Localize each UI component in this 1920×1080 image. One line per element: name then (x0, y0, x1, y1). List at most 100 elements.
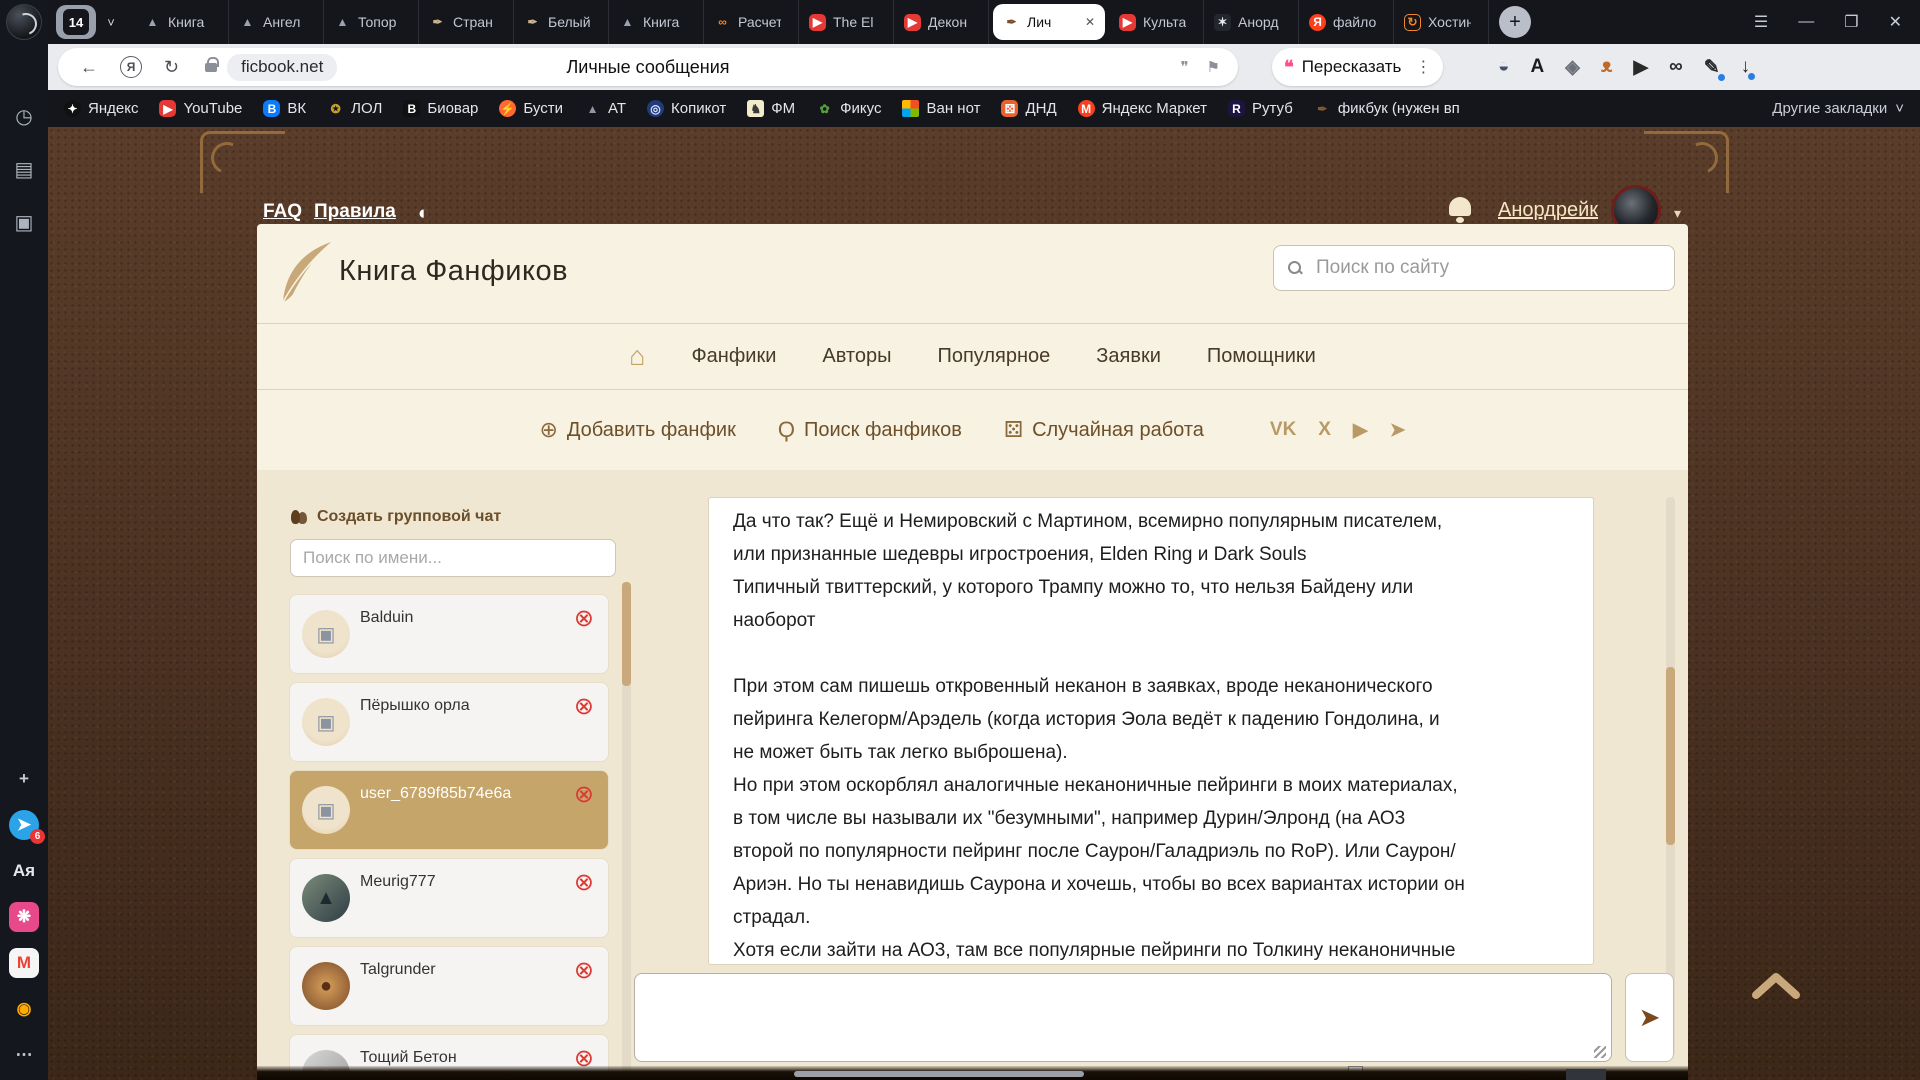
social-icon[interactable]: X (1318, 419, 1331, 441)
extension-icon[interactable]: ∞ (1669, 56, 1683, 78)
chat-list-item[interactable]: ▣ user_6789f85b74e6a ⊗ (290, 771, 608, 849)
bookmark[interactable]: ✪ ЛОЛ (327, 100, 383, 117)
scroll-to-top-button[interactable] (1750, 969, 1802, 1005)
home-icon[interactable]: ⌂ (629, 341, 645, 372)
browser-tab[interactable]: ▲ Книга (134, 0, 229, 44)
new-tab-button[interactable]: + (1499, 6, 1531, 38)
site-search-input[interactable] (1314, 256, 1662, 280)
sidebar-tool-icon[interactable]: ▣ (15, 210, 34, 235)
browser-tab[interactable]: Я файло (1299, 0, 1394, 44)
bookmark[interactable]: В Биовар (403, 100, 478, 117)
subnav-item[interactable]: ⊕ Добавить фанфик (539, 417, 735, 443)
chat-search-input[interactable] (290, 539, 616, 577)
send-button[interactable]: ➤ (1625, 973, 1674, 1062)
browser-tab[interactable]: ▲ Топор (324, 0, 419, 44)
chat-list-item[interactable]: ▣ Balduin ⊗ (290, 595, 608, 673)
bookmark[interactable]: ✒ фикбук (нужен вп (1314, 100, 1460, 117)
browser-tab[interactable]: ▶ Декон (894, 0, 989, 44)
bookmark[interactable]: R Рутуб (1228, 100, 1293, 117)
nav-item[interactable]: Авторы (822, 345, 891, 368)
browser-tab[interactable]: ✒ Лич ✕ (993, 4, 1105, 40)
nav-item[interactable]: Фанфики (691, 345, 776, 368)
message-input[interactable] (634, 973, 1612, 1062)
subnav-item[interactable]: Ϙ Поиск фанфиков (778, 417, 962, 443)
browser-tab[interactable]: ✒ Белый (514, 0, 609, 44)
back-icon[interactable]: ← (80, 57, 98, 78)
window-control-icon[interactable]: — (1798, 13, 1814, 31)
bookmark[interactable]: ▲ АТ (584, 100, 626, 117)
browser-tab[interactable]: ▶ The El (799, 0, 894, 44)
extension-icon[interactable]: ✎ (1704, 56, 1725, 81)
browser-tab[interactable]: ▲ Ангел (229, 0, 324, 44)
refresh-icon[interactable]: ↻ (164, 57, 179, 78)
bookmark[interactable]: М Яндекс Маркет (1077, 100, 1207, 117)
social-icon[interactable]: VK (1270, 419, 1296, 441)
window-control-icon[interactable]: ☰ (1754, 12, 1768, 32)
extension-icon[interactable]: ◈ (1565, 56, 1580, 79)
extension-icon[interactable]: ▶ (1634, 56, 1649, 79)
browser-tab[interactable]: ↻ Хостин (1394, 0, 1489, 44)
remove-chat-icon[interactable]: ⊗ (574, 695, 594, 719)
nav-item[interactable]: Помощники (1207, 345, 1316, 368)
kebab-menu-icon[interactable]: ⋮ (1415, 57, 1431, 77)
tab-counter[interactable]: 14 ˅ (56, 5, 124, 39)
extension-icon[interactable]: ᴥ (1601, 56, 1613, 78)
chat-list-item[interactable]: ● Talgrunder ⊗ (290, 947, 608, 1025)
browser-logo-icon[interactable] (6, 4, 42, 40)
subnav-item[interactable]: ⚄ Случайная работа (1004, 417, 1204, 443)
bookmark[interactable]: ✿ Фикус (816, 100, 882, 117)
bookmark[interactable]: ◎ Копикот (647, 100, 726, 117)
create-group-chat-link[interactable]: Создать групповой чат (290, 508, 501, 526)
yandex-home-icon[interactable]: Я (120, 56, 142, 78)
extension-icon[interactable]: ↓ (1741, 56, 1756, 80)
domain-chip[interactable]: ficbook.net (227, 53, 338, 81)
chat-list-item[interactable]: ▣ Пёрышко орла ⊗ (290, 683, 608, 761)
dialog-icon[interactable]: ❞ (1180, 58, 1188, 76)
bookmark[interactable]: Ван нот (902, 100, 980, 117)
horizontal-scrollbar-thumb[interactable] (794, 1071, 1084, 1077)
bookmark[interactable]: ♞ ФМ (747, 100, 795, 117)
remove-chat-icon[interactable]: ⊗ (574, 607, 594, 631)
rules-link[interactable]: Правила (314, 201, 396, 223)
nav-item[interactable]: Популярное (937, 345, 1050, 368)
chat-scrollbar-thumb[interactable] (622, 582, 631, 686)
message-scrollbar-thumb[interactable] (1666, 667, 1675, 845)
remove-chat-icon[interactable]: ⊗ (574, 783, 594, 807)
social-icon[interactable]: ➤ (1390, 419, 1406, 442)
window-control-icon[interactable]: ✕ (1889, 12, 1902, 32)
browser-tab[interactable]: ▶ Культа (1109, 0, 1204, 44)
remove-chat-icon[interactable]: ⊗ (574, 959, 594, 983)
sidebar-app-icon[interactable]: ◉ (9, 994, 39, 1024)
browser-tab[interactable]: ∞ Расчет (704, 0, 799, 44)
other-bookmarks-button[interactable]: Другие закладки ˅ (1772, 100, 1904, 117)
bookmark[interactable]: ▶ YouTube (159, 100, 242, 117)
sidebar-app-icon[interactable]: M (9, 948, 39, 978)
extension-icon[interactable]: ◒ (1498, 56, 1509, 78)
sidebar-app-icon[interactable]: ➤ 6 (9, 810, 45, 844)
sidebar-app-icon[interactable]: ⋯ (9, 1040, 39, 1070)
address-bar[interactable]: ← Я ↻ ficbook.net Личные сообщения ❞ ⚑ (58, 48, 1238, 86)
sidebar-tool-icon[interactable]: ◷ (15, 104, 32, 129)
sidebar-app-icon[interactable]: + (9, 764, 39, 794)
sidebar-app-icon[interactable]: Ая (9, 856, 39, 886)
window-control-icon[interactable]: ❐ (1844, 12, 1858, 32)
bookmark-flag-icon[interactable]: ⚑ (1207, 58, 1220, 76)
resize-grip[interactable] (1594, 1046, 1606, 1058)
browser-tab[interactable]: ▲ Книга (609, 0, 704, 44)
notifications-bell-icon[interactable] (1446, 195, 1474, 223)
chat-list-item[interactable]: ▲ Meurig777 ⊗ (290, 859, 608, 937)
browser-tab[interactable]: ✒ Стран (419, 0, 514, 44)
social-icon[interactable]: ▶ (1353, 419, 1368, 442)
sidebar-app-icon[interactable]: ❋ (9, 902, 39, 932)
tab-close-icon[interactable]: ✕ (1085, 15, 1095, 29)
nav-item[interactable]: Заявки (1096, 345, 1161, 368)
sidebar-tool-icon[interactable]: ▤ (15, 157, 34, 182)
retell-button[interactable]: ❝ Пересказать ⋮ (1272, 48, 1444, 86)
chevron-down-icon[interactable]: ˅ (98, 5, 124, 39)
remove-chat-icon[interactable]: ⊗ (574, 871, 594, 895)
extension-icon[interactable]: A (1530, 56, 1544, 78)
site-logo-text[interactable]: Книга Фанфиков (339, 255, 568, 288)
browser-tab[interactable]: ✶ Анорд (1204, 0, 1299, 44)
bookmark[interactable]: ⚡ Бусти (499, 100, 563, 117)
bookmark[interactable]: B ВК (263, 100, 306, 117)
